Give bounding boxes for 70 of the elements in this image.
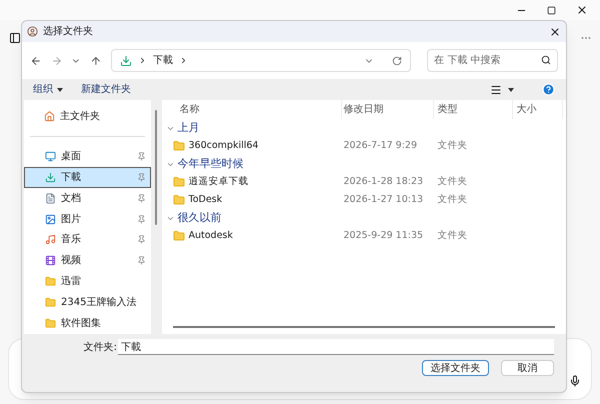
download-icon xyxy=(120,54,132,66)
sidebar-item[interactable]: 视频 xyxy=(24,250,151,272)
folder-icon xyxy=(45,297,56,308)
folder-icon xyxy=(172,176,184,188)
sidebar-item[interactable]: 软件图集 xyxy=(24,313,151,334)
sidebar-item[interactable]: 文档 xyxy=(24,188,151,209)
group-header[interactable]: 很久以前 xyxy=(178,210,222,226)
type-cell-text: 文件夹 xyxy=(436,138,468,153)
date-cell-text: 2026-7-17 9:29 xyxy=(342,138,418,153)
toolbar-button[interactable]: 新建文件夹 xyxy=(81,82,131,97)
documents-icon xyxy=(45,192,56,204)
column-header[interactable]: 修改日期 xyxy=(342,100,434,119)
videos-icon xyxy=(45,255,56,266)
folder-name-field[interactable]: 下載 xyxy=(118,339,554,355)
file-name[interactable]: ToDesk xyxy=(188,192,222,208)
folder-icon xyxy=(172,140,184,152)
file-name[interactable]: 逍遥安卓下载 xyxy=(188,174,248,190)
select-folder-button[interactable]: 选择文件夹 xyxy=(422,360,489,376)
help-icon[interactable] xyxy=(542,83,555,96)
date-cell-text: 2026-1-27 10:13 xyxy=(342,192,424,207)
caret-icon[interactable] xyxy=(508,88,514,92)
sidebar-item[interactable]: 下載 xyxy=(24,166,151,188)
close-icon[interactable] xyxy=(576,4,588,16)
type-cell-text: 文件夹 xyxy=(436,228,468,243)
back-icon[interactable] xyxy=(30,54,42,66)
sidebar-item[interactable]: 桌面 xyxy=(24,146,151,167)
column-header[interactable]: 名称 xyxy=(162,100,342,119)
date-cell-text: 2026-1-28 18:23 xyxy=(342,174,424,189)
field-label: 文件夹: xyxy=(82,340,118,354)
view-options-icon[interactable] xyxy=(490,84,502,96)
scrollbar[interactable] xyxy=(154,110,157,225)
folder-icon xyxy=(45,276,56,288)
app-icon xyxy=(27,26,38,37)
sidebar-item[interactable]: 音乐 xyxy=(24,230,151,250)
folder-icon xyxy=(45,318,56,330)
dialog-title: 选择文件夹 xyxy=(43,24,93,39)
cancel-button[interactable]: 取消 xyxy=(501,360,554,376)
microphone-icon[interactable] xyxy=(569,375,581,387)
column-header[interactable]: 类型 xyxy=(434,100,512,119)
date-cell-text: 2025-9-29 11:35 xyxy=(342,228,424,243)
group-header[interactable]: 今年早些时候 xyxy=(178,156,244,172)
horizontal-scrollbar[interactable] xyxy=(172,326,555,328)
sidebar-item[interactable]: 迅雷 xyxy=(24,271,151,292)
column-header[interactable]: 大小 xyxy=(512,100,562,119)
file-name[interactable]: 360compkill64 xyxy=(188,138,258,154)
up-icon[interactable] xyxy=(90,54,102,66)
desktop-icon xyxy=(45,150,56,162)
search-icon xyxy=(541,55,551,65)
type-cell-text: 文件夹 xyxy=(436,192,468,207)
caret-icon xyxy=(57,88,63,92)
home-icon xyxy=(44,110,55,122)
sidebar-item[interactable]: 2345王牌输入法 xyxy=(24,292,151,314)
breadcrumb-item[interactable]: 下載 xyxy=(152,53,173,68)
address-bar[interactable]: 下載 xyxy=(110,49,412,72)
download-icon xyxy=(45,172,56,183)
refresh-icon[interactable] xyxy=(392,56,402,66)
close-icon[interactable] xyxy=(549,26,561,38)
sidebar-toggle-icon[interactable] xyxy=(9,32,21,44)
group-header[interactable]: 上月 xyxy=(178,120,200,136)
folder-icon xyxy=(172,194,184,206)
organize-menu-button[interactable]: 组织 xyxy=(33,82,63,97)
type-cell-text: 文件夹 xyxy=(436,174,468,189)
maximize-icon[interactable] xyxy=(547,6,556,14)
sidebar-item[interactable]: 图片 xyxy=(24,208,151,230)
folder-icon xyxy=(172,230,184,242)
pictures-icon xyxy=(45,214,56,225)
file-name[interactable]: Autodesk xyxy=(188,228,233,244)
sidebar-item[interactable]: 主文件夹 xyxy=(60,108,100,124)
music-icon xyxy=(45,234,56,246)
search-field[interactable]: 在 下載 中搜索 xyxy=(427,49,558,72)
